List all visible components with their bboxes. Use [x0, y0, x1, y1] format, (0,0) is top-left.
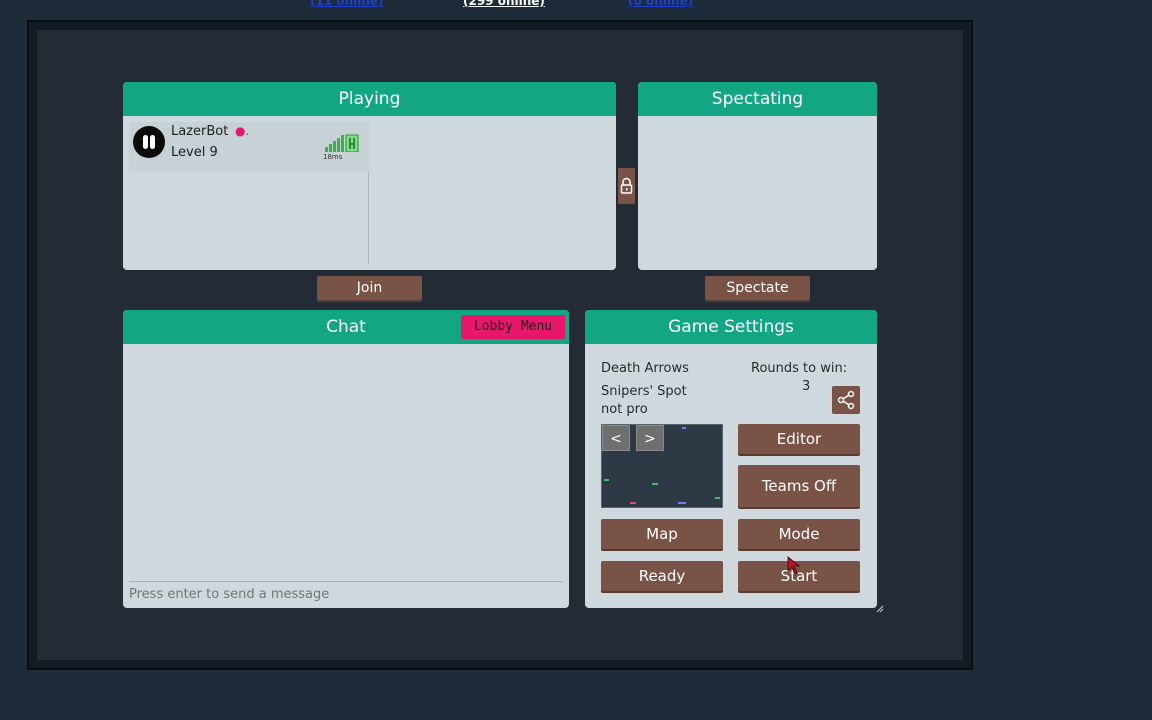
online-link-center[interactable]: (299 online) — [463, 0, 545, 8]
mode-button[interactable]: Mode — [738, 519, 860, 549]
player-level: Level 9 — [171, 145, 218, 160]
chat-input[interactable] — [129, 584, 559, 604]
chat-title-text: Chat — [326, 317, 366, 337]
spectate-button[interactable]: Spectate — [705, 276, 810, 300]
teams-button[interactable]: Teams Off — [738, 465, 860, 507]
game-settings-panel: Game Settings Death Arrows Snipers' Spot… — [585, 310, 877, 608]
mic-icon: ●․ — [235, 124, 250, 138]
join-button[interactable]: Join — [317, 276, 422, 300]
ping-value: 18ms — [323, 153, 343, 161]
online-link-left[interactable]: (11 online) — [310, 0, 384, 8]
playing-title: Playing — [123, 82, 616, 116]
game-settings-title: Game Settings — [585, 310, 877, 344]
online-link-right[interactable]: (0 online) — [628, 0, 693, 8]
chat-messages — [123, 344, 569, 580]
ping-signal-icon — [325, 134, 359, 152]
next-map-button[interactable]: > — [636, 425, 664, 451]
map-button[interactable]: Map — [601, 519, 723, 549]
map-preview[interactable]: < > — [601, 424, 723, 508]
rounds-label: Rounds to win: — [751, 361, 848, 376]
playing-panel: Playing LazerBot ●․ Level 9 18ms — [123, 82, 616, 270]
avatar — [133, 126, 165, 158]
lock-icon — [620, 177, 633, 194]
chat-panel: Chat Lobby Menu — [123, 310, 569, 608]
lock-button[interactable] — [618, 168, 635, 204]
resize-handle-icon[interactable] — [876, 605, 884, 613]
editor-button[interactable]: Editor — [738, 424, 860, 454]
prev-map-button[interactable]: < — [602, 425, 630, 451]
lobby-menu-button[interactable]: Lobby Menu — [461, 315, 565, 339]
share-button[interactable] — [832, 386, 860, 414]
online-counts: (11 online) (299 online) (0 online) — [0, 0, 1152, 8]
mouse-cursor-icon — [787, 556, 801, 575]
spectating-title: Spectating — [638, 82, 877, 116]
spectating-panel: Spectating — [638, 82, 877, 270]
rounds-value[interactable]: 3 — [802, 379, 810, 394]
player-card[interactable]: LazerBot ●․ Level 9 18ms — [129, 122, 369, 172]
map-name: Snipers' Spot — [601, 384, 687, 399]
ready-button[interactable]: Ready — [601, 561, 723, 591]
chat-divider — [129, 581, 563, 582]
share-icon — [837, 390, 855, 410]
map-author: not pro — [601, 402, 648, 417]
mode-name: Death Arrows — [601, 361, 689, 376]
player-name: LazerBot — [171, 124, 229, 139]
